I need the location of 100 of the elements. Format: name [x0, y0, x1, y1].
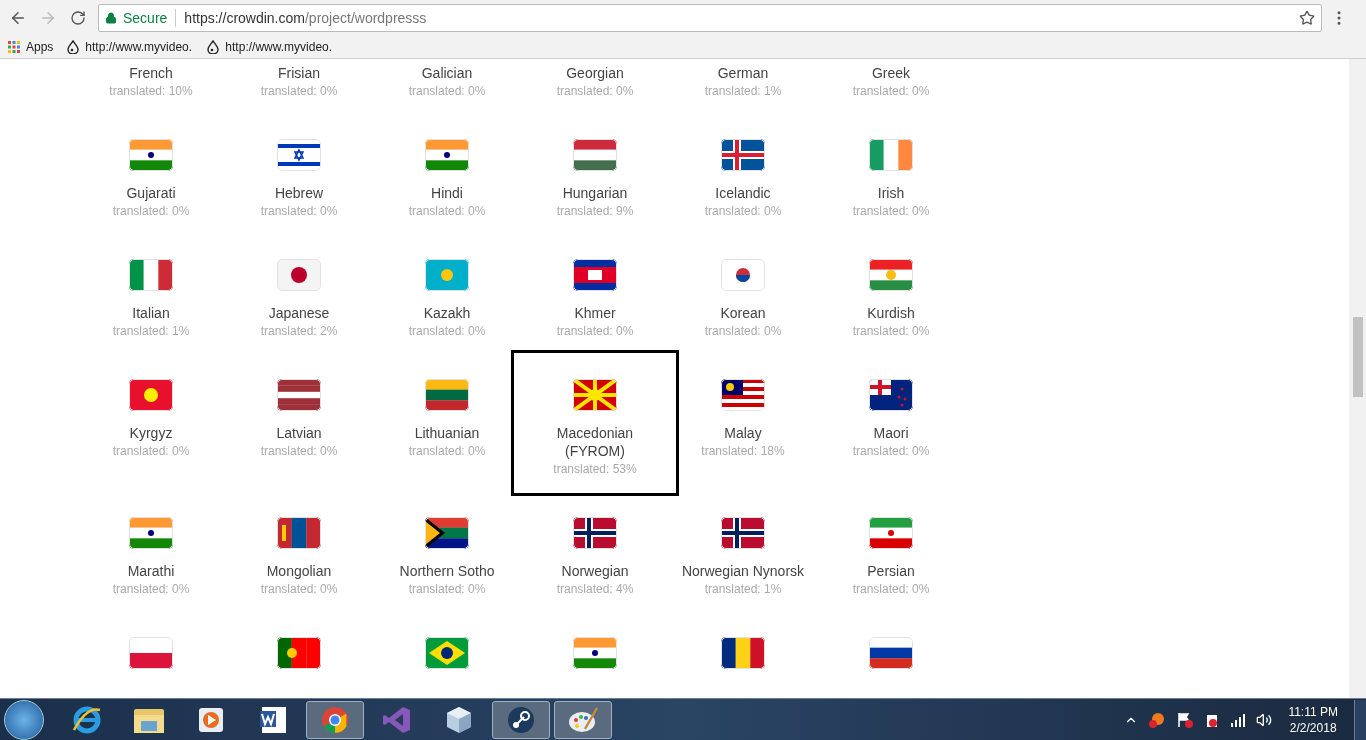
translated-percent: translated: 0%: [112, 443, 190, 460]
language-name[interactable]: Khmer: [574, 304, 616, 322]
language-name[interactable]: Marathi: [127, 562, 175, 580]
language-name[interactable]: Kyrgyz: [129, 424, 173, 442]
language-name[interactable]: Norwegian Nynorsk: [681, 562, 805, 580]
language-name[interactable]: Georgian: [566, 64, 624, 82]
translated-percent: translated: 10%: [109, 83, 193, 100]
flag-icon: [869, 517, 913, 549]
scrollbar[interactable]: [1349, 59, 1366, 698]
translated-percent: translated: 0%: [112, 581, 190, 598]
language-name[interactable]: Korean: [720, 304, 766, 322]
translated-percent: translated: 0%: [704, 323, 782, 340]
language-name[interactable]: Hindi: [431, 184, 463, 202]
translated-percent: translated: 0%: [260, 581, 338, 598]
signal-bars-icon[interactable]: [1230, 712, 1247, 727]
speaker-icon[interactable]: [1256, 711, 1273, 728]
language-name[interactable]: Maori: [873, 424, 909, 442]
address-bar[interactable]: Secure https://crowdin.com/project/wordpresss: [98, 4, 1322, 32]
language-name[interactable]: Hungarian: [562, 184, 628, 202]
flag-icon: [277, 379, 321, 411]
lock-icon: [105, 12, 117, 24]
translated-percent: translated: 0%: [408, 83, 486, 100]
flag-icon: [425, 379, 469, 411]
language-name[interactable]: Norwegian: [561, 562, 629, 580]
language-name[interactable]: Greek: [871, 64, 911, 82]
translated-percent: translated: 0%: [112, 203, 190, 220]
translated-percent: translated: 0%: [852, 83, 930, 100]
flag-icon: [129, 517, 173, 549]
language-name[interactable]: Icelandic: [715, 184, 771, 202]
language-name[interactable]: Frisian: [278, 64, 320, 82]
flag-icon: [573, 139, 617, 171]
show-desktop-button[interactable]: [1354, 699, 1366, 740]
url-path: /project/wordpresss: [304, 8, 427, 28]
flag-warning-icon[interactable]: [1176, 710, 1195, 729]
translated-percent: translated: 2%: [260, 323, 338, 340]
flag-icon: [869, 379, 913, 411]
translated-percent: translated: 0%: [852, 323, 930, 340]
flag-icon: [277, 139, 321, 171]
cube-icon: [445, 704, 473, 735]
language-name[interactable]: French: [129, 64, 173, 82]
flag-icon: [277, 259, 321, 291]
flag-icon: [573, 517, 617, 549]
language-name[interactable]: Mongolian: [266, 562, 332, 580]
clock[interactable]: 11:11 PM 2/2/2018: [1282, 703, 1344, 736]
flag-icon: [573, 637, 617, 669]
flag-icon: [721, 379, 765, 411]
secure-label: Secure: [123, 8, 168, 28]
flag-icon: [721, 637, 765, 669]
taskbar-app[interactable]: [492, 700, 550, 739]
flag-icon: [425, 139, 469, 171]
translated-percent: translated: 9%: [556, 203, 634, 220]
flag-icon: [129, 139, 173, 171]
language-name[interactable]: Macedonian (FYROM): [530, 424, 660, 460]
flag-icon: [129, 259, 173, 291]
translated-percent: translated: 0%: [852, 443, 930, 460]
bookmark-item[interactable]: http://www.myvideo.: [207, 38, 334, 56]
translated-percent: translated: 0%: [852, 581, 930, 598]
taskbar-app[interactable]: [554, 700, 612, 739]
translated-percent: translated: 0%: [556, 323, 634, 340]
translated-percent: translated: 0%: [408, 323, 486, 340]
language-name[interactable]: Italian: [132, 304, 170, 322]
url-host: https://crowdin.com: [184, 8, 305, 28]
translated-percent: translated: 1%: [704, 83, 782, 100]
translated-percent: translated: 0%: [408, 581, 486, 598]
flag-icon: [573, 259, 617, 291]
language-name[interactable]: Hebrew: [274, 184, 324, 202]
flag-icon: [869, 259, 913, 291]
translated-percent: translated: 0%: [408, 203, 486, 220]
translated-percent: translated: 0%: [260, 83, 338, 100]
language-name[interactable]: Latvian: [276, 424, 322, 442]
language-name[interactable]: Malay: [724, 424, 762, 442]
taskbar-app[interactable]: [306, 700, 364, 739]
flag-icon: [869, 139, 913, 171]
language-name[interactable]: Gujarati: [126, 184, 176, 202]
bookmark-item[interactable]: Apps: [8, 38, 54, 56]
start-button[interactable]: [4, 699, 44, 740]
forward-arrow-icon: [39, 9, 57, 27]
language-name[interactable]: Persian: [867, 562, 915, 580]
language-name[interactable]: Kurdish: [867, 304, 915, 322]
flag-icon: [425, 259, 469, 291]
language-name[interactable]: Lithuanian: [414, 424, 480, 442]
flag-icon: [869, 637, 913, 669]
flag-icon: [129, 637, 173, 669]
bookmark-star-icon[interactable]: [1299, 10, 1315, 26]
droplet-icon: [67, 40, 80, 54]
translated-percent: translated: 0%: [408, 443, 486, 460]
bookmark-item[interactable]: http://www.myvideo.: [67, 38, 194, 56]
translated-percent: translated: 18%: [701, 443, 785, 460]
flag-icon: [425, 517, 469, 549]
language-name[interactable]: Irish: [877, 184, 905, 202]
language-name[interactable]: Japanese: [268, 304, 330, 322]
document-w-icon: [258, 704, 288, 735]
language-name[interactable]: Kazakh: [423, 304, 471, 322]
translated-percent: translated: 1%: [704, 581, 782, 598]
flag-icon: [277, 517, 321, 549]
language-name[interactable]: Northern Sotho: [399, 562, 495, 580]
apps-grid-icon: [8, 41, 20, 53]
translated-percent: translated: 0%: [260, 203, 338, 220]
language-name[interactable]: German: [717, 64, 769, 82]
language-name[interactable]: Galician: [421, 64, 473, 82]
